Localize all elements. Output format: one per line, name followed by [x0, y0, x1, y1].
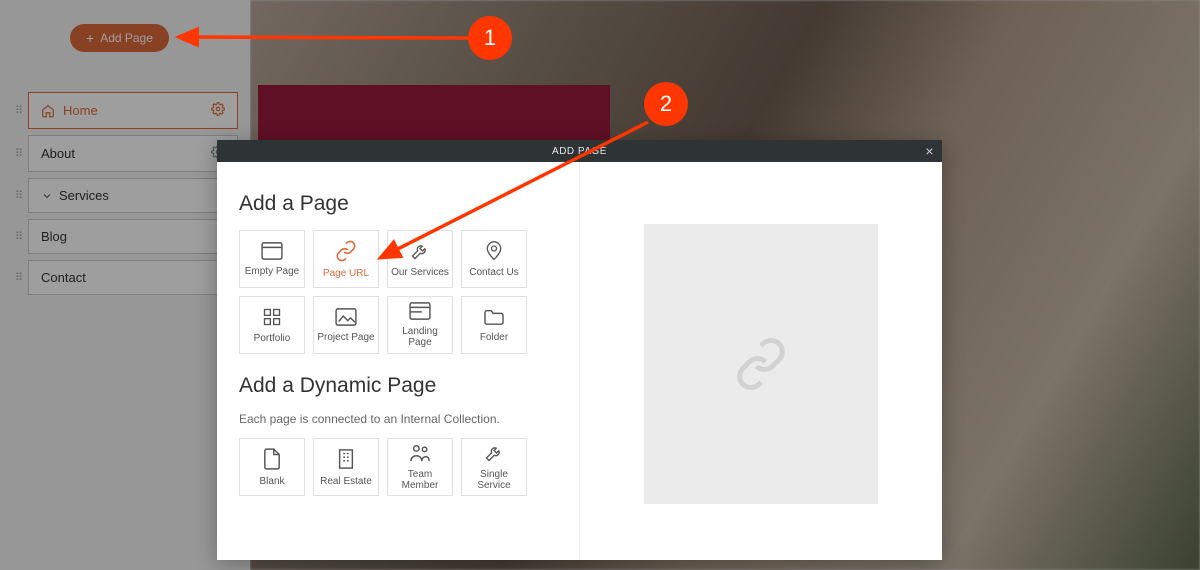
annotation-step-1: 1: [468, 16, 512, 60]
annotation-step-2: 2: [644, 82, 688, 126]
annotation-arrows: [0, 0, 1200, 570]
